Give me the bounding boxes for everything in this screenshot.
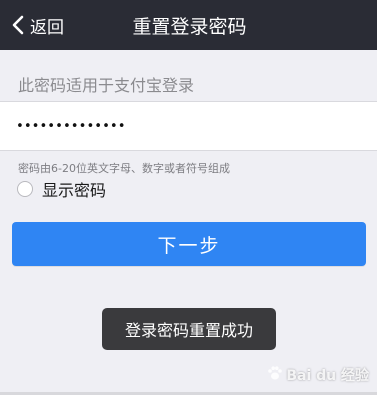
show-password-label: 显示密码 xyxy=(42,181,107,200)
radio-unchecked-icon[interactable] xyxy=(17,181,33,197)
password-usage-hint: 此密码适用于支付宝登录 xyxy=(18,76,195,95)
watermark-text: Bai du 经验 xyxy=(286,368,369,384)
password-field-container xyxy=(0,101,377,151)
password-rule-text: 密码由6-20位英文字母、数字或者符号组成 xyxy=(18,162,230,175)
show-password-toggle[interactable]: 显示密码 xyxy=(17,178,106,200)
next-button[interactable]: 下一步 xyxy=(12,222,366,266)
success-toast: 登录密码重置成功 xyxy=(102,308,276,350)
page-title: 重置登录密码 xyxy=(132,15,247,38)
password-input[interactable] xyxy=(16,102,356,150)
navigation-bar: 返回 重置登录密码 xyxy=(0,0,377,50)
watermark: Bai du 经验 xyxy=(267,365,369,385)
paw-icon xyxy=(267,365,283,385)
